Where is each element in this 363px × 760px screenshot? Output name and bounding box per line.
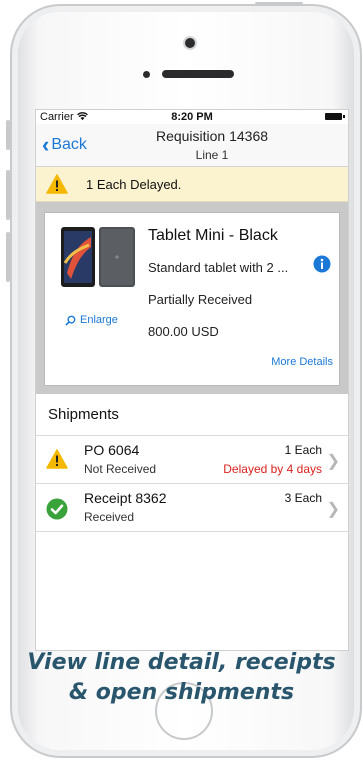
chevron-right-icon: ❯ xyxy=(326,453,340,470)
product-name: Tablet Mini - Black xyxy=(148,227,278,244)
caption-line-1: View line detail, receipts xyxy=(27,650,336,675)
enlarge-link[interactable]: Enlarge xyxy=(65,314,118,326)
mute-switch xyxy=(6,120,10,150)
chevron-right-icon: ❯ xyxy=(326,501,340,518)
page-subtitle: Line 1 xyxy=(195,148,229,162)
earpiece-speaker xyxy=(162,70,234,78)
caption-line-2: & open shipments xyxy=(68,680,295,705)
product-price: 800.00 USD xyxy=(148,324,219,339)
shipment-title: PO 6064 xyxy=(84,442,140,458)
more-details-link[interactable]: More Details xyxy=(271,356,333,368)
alert-text: 1 Each Delayed. xyxy=(86,177,182,192)
enlarge-label: Enlarge xyxy=(80,314,118,326)
shipment-row-po[interactable]: PO 6064 Not Received 1 Each Delayed by 4… xyxy=(36,435,348,483)
back-label: Back xyxy=(51,136,87,153)
app-screen: Carrier 8:20 PM ‹ Back Requisition 14368… xyxy=(35,109,349,651)
shipment-row-receipt[interactable]: Receipt 8362 Received 3 Each ❯ xyxy=(36,483,348,531)
product-card: Enlarge Tablet Mini - Black Standard tab… xyxy=(44,212,340,386)
battery-icon xyxy=(325,113,345,120)
shipment-quantity: 3 Each xyxy=(284,491,322,505)
back-button[interactable]: ‹ Back xyxy=(42,132,87,157)
product-image xyxy=(61,227,135,287)
status-bar: Carrier 8:20 PM xyxy=(36,110,348,124)
receipt-status: Partially Received xyxy=(148,292,253,307)
product-description: Standard tablet with 2 ... xyxy=(148,260,289,275)
volume-up-button xyxy=(6,170,10,220)
power-button xyxy=(255,2,303,6)
list-divider xyxy=(36,531,348,532)
warning-icon xyxy=(46,449,68,469)
shipment-status: Received xyxy=(84,510,135,524)
product-section: Enlarge Tablet Mini - Black Standard tab… xyxy=(36,202,348,394)
warning-icon xyxy=(46,174,68,194)
shipments-heading: Shipments xyxy=(48,406,119,423)
delay-alert-banner: 1 Each Delayed. xyxy=(36,167,348,202)
navigation-bar: ‹ Back Requisition 14368 Line 1 xyxy=(36,124,348,167)
shipment-quantity: 1 Each xyxy=(284,443,322,457)
check-circle-icon xyxy=(46,498,68,520)
front-camera xyxy=(185,38,195,48)
shipment-status: Not Received xyxy=(84,462,157,476)
chevron-left-icon: ‹ xyxy=(42,132,50,157)
info-icon[interactable] xyxy=(313,255,331,273)
status-time: 8:20 PM xyxy=(171,111,213,123)
proximity-sensor xyxy=(143,71,150,78)
page-title: Requisition 14368 xyxy=(155,128,269,144)
shipment-delay-note: Delayed by 4 days xyxy=(223,462,322,476)
magnifier-icon xyxy=(65,315,76,326)
shipment-title: Receipt 8362 xyxy=(84,490,167,506)
volume-down-button xyxy=(6,232,10,282)
